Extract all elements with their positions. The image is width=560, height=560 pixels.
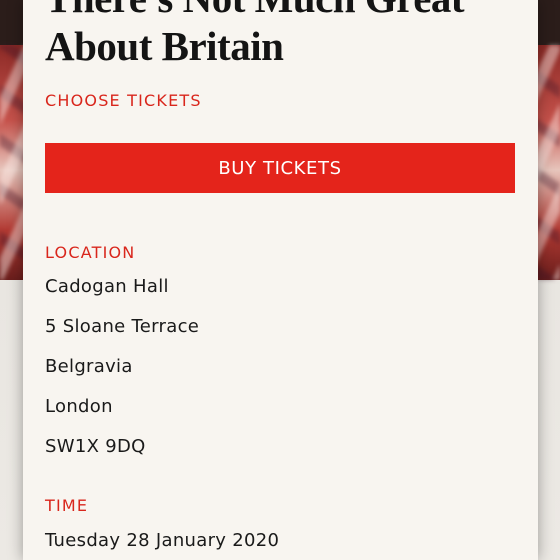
location-heading: LOCATION bbox=[45, 243, 136, 262]
location-venue: Cadogan Hall bbox=[45, 276, 169, 297]
location-area: Belgravia bbox=[45, 356, 133, 377]
buy-tickets-button[interactable]: BUY TICKETS bbox=[45, 143, 515, 193]
event-card: There's Not Much Great About Britain CHO… bbox=[23, 0, 538, 560]
location-street: 5 Sloane Terrace bbox=[45, 316, 200, 337]
location-city: London bbox=[45, 396, 113, 417]
time-heading: TIME bbox=[45, 496, 89, 515]
choose-tickets-link[interactable]: CHOOSE TICKETS bbox=[45, 91, 202, 110]
event-title: There's Not Much Great About Britain bbox=[45, 0, 465, 69]
location-postcode: SW1X 9DQ bbox=[45, 436, 146, 457]
time-value: Tuesday 28 January 2020 bbox=[45, 530, 280, 551]
